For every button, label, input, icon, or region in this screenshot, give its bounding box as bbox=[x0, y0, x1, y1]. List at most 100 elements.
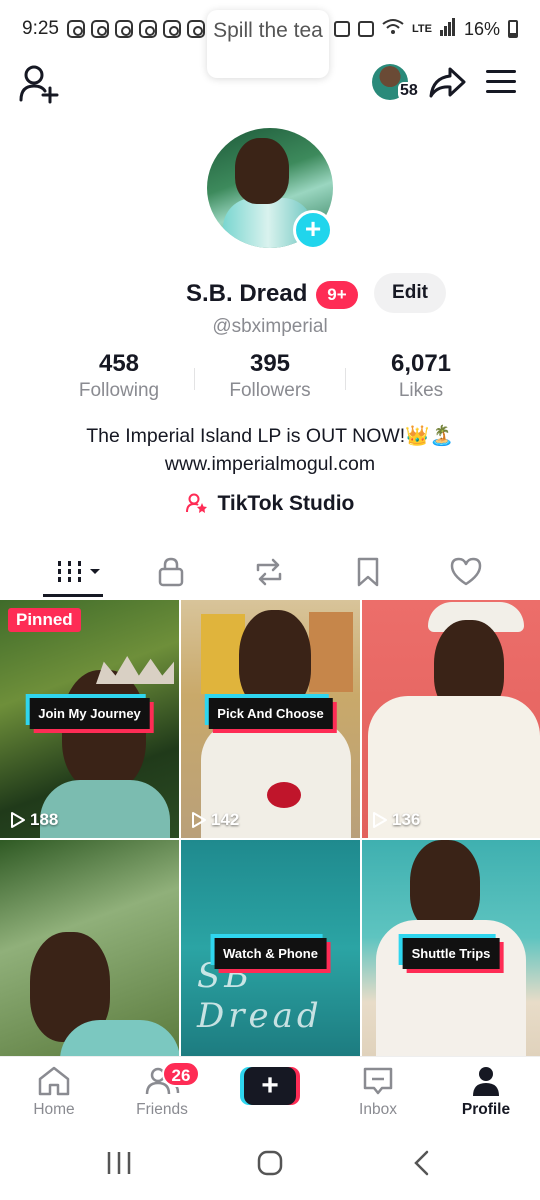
tiktok-studio-link[interactable]: TikTok Studio bbox=[0, 492, 540, 516]
video-tile[interactable]: SB Dread Watch & Phone bbox=[181, 840, 360, 1056]
stat-label: Followers bbox=[229, 380, 311, 401]
video-caption: Pick And Choose bbox=[208, 698, 333, 729]
nav-home[interactable]: Home bbox=[14, 1065, 94, 1119]
stat-following[interactable]: 458 Following bbox=[44, 350, 194, 402]
nav-label: Profile bbox=[461, 1101, 511, 1118]
heart-outline-icon bbox=[450, 557, 482, 586]
friends-badge: 26 bbox=[162, 1061, 200, 1087]
view-count: 188 bbox=[10, 810, 58, 830]
thumbnail-person bbox=[62, 670, 146, 790]
menu-button[interactable] bbox=[486, 70, 516, 94]
back-chevron-icon bbox=[414, 1150, 429, 1176]
tab-videos[interactable] bbox=[46, 548, 106, 596]
nav-label: Home bbox=[33, 1101, 75, 1118]
instagram-icon bbox=[90, 20, 109, 38]
recents-icon bbox=[107, 1152, 131, 1174]
add-friend-button[interactable] bbox=[18, 64, 60, 104]
system-status-icons: LTE 16% bbox=[310, 17, 518, 41]
tab-liked[interactable] bbox=[436, 548, 496, 596]
inbox-icon bbox=[363, 1067, 393, 1095]
video-tile[interactable]: Pinned Join My Journey 188 bbox=[0, 600, 179, 838]
home-icon bbox=[38, 1066, 70, 1096]
app-icon bbox=[138, 20, 157, 38]
spill-the-tea-tooltip[interactable]: Spill the tea bbox=[207, 10, 329, 78]
edit-profile-button[interactable]: Edit bbox=[374, 273, 446, 313]
home-circle-icon bbox=[257, 1150, 283, 1176]
add-user-icon bbox=[19, 65, 59, 104]
back-system-button[interactable] bbox=[410, 1150, 434, 1181]
video-grid: Pinned Join My Journey 188 Pick And Choo… bbox=[0, 600, 540, 1056]
active-tab-indicator bbox=[43, 594, 103, 597]
studio-icon bbox=[185, 492, 214, 515]
tab-saved[interactable] bbox=[338, 548, 398, 596]
play-icon bbox=[373, 812, 387, 828]
bio-text: The Imperial Island LP is OUT NOW!👑🏝️ bbox=[86, 425, 454, 447]
instagram-icon bbox=[162, 20, 181, 38]
wifi-icon bbox=[382, 18, 404, 41]
display-name: S.B. Dread bbox=[186, 280, 308, 307]
stat-followers[interactable]: 395 Followers bbox=[195, 350, 345, 402]
instagram-icon bbox=[186, 20, 205, 38]
user-handle: @sbximperial bbox=[212, 316, 328, 337]
battery-percent: 16% bbox=[463, 18, 500, 39]
name-row: S.B. Dread 9+ Edit bbox=[0, 272, 540, 316]
system-navigation bbox=[0, 1130, 540, 1200]
menu-line bbox=[486, 90, 516, 93]
view-count: 136 bbox=[372, 810, 420, 830]
notification-badge[interactable]: 9+ bbox=[316, 281, 358, 309]
video-tile[interactable]: 136 bbox=[362, 600, 540, 838]
thumbnail-shirt bbox=[40, 780, 170, 838]
video-tile[interactable]: Shuttle Trips bbox=[362, 840, 540, 1056]
bottom-navigation: Home Friends 26 + Inbox Profile bbox=[0, 1056, 540, 1130]
bookmark-icon bbox=[357, 557, 379, 587]
view-count-value: 142 bbox=[211, 810, 240, 829]
profile-tabs bbox=[0, 548, 540, 598]
video-caption: Shuttle Trips bbox=[402, 938, 500, 969]
thumbnail-person bbox=[239, 610, 311, 710]
bio-link[interactable]: www.imperialmogul.com bbox=[0, 450, 540, 478]
menu-line bbox=[486, 80, 516, 83]
share-icon bbox=[429, 67, 466, 98]
stat-value: 458 bbox=[98, 350, 140, 377]
plus-icon: + bbox=[244, 1067, 296, 1105]
view-count-value: 188 bbox=[30, 810, 59, 829]
add-story-button[interactable]: + bbox=[293, 210, 333, 250]
recent-apps-button[interactable] bbox=[106, 1150, 132, 1181]
stat-value: 395 bbox=[249, 350, 291, 377]
view-count: 142 bbox=[191, 810, 239, 830]
stat-label: Following bbox=[78, 380, 160, 401]
home-system-button[interactable] bbox=[256, 1150, 284, 1181]
message-icon bbox=[114, 20, 133, 38]
avatar-face bbox=[235, 138, 289, 204]
share-profile-button[interactable] bbox=[428, 66, 466, 100]
repost-icon bbox=[256, 558, 282, 586]
video-tile[interactable]: Pick And Choose 142 bbox=[181, 600, 360, 838]
painting-graphic bbox=[309, 612, 353, 692]
mute-icon bbox=[358, 21, 374, 37]
profile-bio: The Imperial Island LP is OUT NOW!👑🏝️ ww… bbox=[0, 422, 540, 478]
lock-icon bbox=[158, 557, 184, 587]
video-caption: Watch & Phone bbox=[214, 938, 327, 969]
play-icon bbox=[192, 812, 206, 828]
stat-likes[interactable]: 6,071 Likes bbox=[346, 350, 496, 402]
stat-value: 6,071 bbox=[390, 350, 452, 377]
battery-icon bbox=[508, 20, 518, 38]
tab-reposts[interactable] bbox=[239, 548, 299, 596]
status-time: 9:25 bbox=[22, 18, 59, 39]
profile-stats: 458 Following 395 Followers 6,071 Likes bbox=[0, 350, 540, 410]
play-icon bbox=[11, 812, 25, 828]
tab-private[interactable] bbox=[141, 548, 201, 596]
nav-inbox[interactable]: Inbox bbox=[338, 1065, 418, 1119]
nav-label: Inbox bbox=[359, 1101, 397, 1118]
nav-profile[interactable]: Profile bbox=[446, 1065, 526, 1119]
thumbnail-person bbox=[410, 840, 480, 932]
nav-label: Friends bbox=[136, 1101, 188, 1118]
studio-label: TikTok Studio bbox=[217, 492, 355, 515]
network-type: LTE bbox=[412, 23, 432, 35]
view-count-value: 136 bbox=[392, 810, 421, 829]
grid-icon bbox=[58, 561, 100, 582]
create-button[interactable]: + bbox=[240, 1067, 300, 1105]
video-tile[interactable] bbox=[0, 840, 179, 1056]
signal-icon bbox=[439, 17, 456, 41]
pinned-badge: Pinned bbox=[8, 608, 81, 632]
